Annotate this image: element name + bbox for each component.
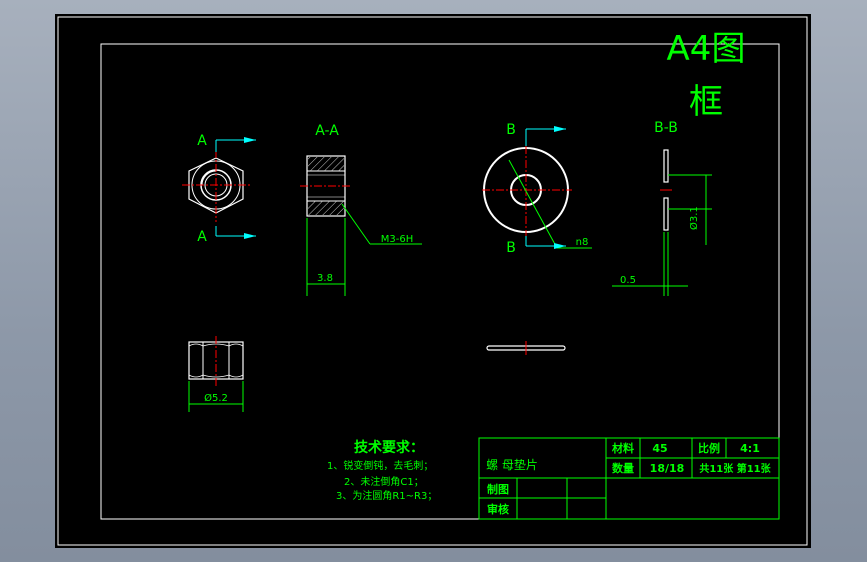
tech-requirement-3: 3、为注圆角R1~R3； bbox=[336, 489, 437, 502]
section-mark-b-bottom: B bbox=[506, 240, 516, 256]
section-mark-a-top: A bbox=[197, 133, 207, 149]
part-name: 螺 母垫片 bbox=[486, 457, 538, 472]
quantity-value: 18/18 bbox=[650, 462, 685, 475]
tech-requirement-1: 1、锐变倒钝，去毛刺； bbox=[327, 459, 433, 472]
material-label: 材料 bbox=[612, 441, 634, 455]
thread-callout: M3-6H bbox=[381, 234, 413, 245]
sheet-count: 共11张 第11张 bbox=[699, 462, 771, 475]
checked-by-label: 审核 bbox=[487, 502, 509, 516]
frame-title-line1: A4图 bbox=[667, 29, 746, 69]
material-value: 45 bbox=[652, 442, 667, 455]
quantity-label: 数量 bbox=[612, 461, 634, 475]
section-view-label-b: B-B bbox=[654, 120, 678, 136]
cad-drawing-canvas[interactable]: A4图 框 A A A-A M3-6H 3.8 B B n8 B-B Ø3.1 … bbox=[0, 0, 867, 562]
drawn-by-label: 制图 bbox=[487, 482, 509, 496]
nut-height-dim: 3.8 bbox=[317, 273, 333, 284]
tech-requirements-heading: 技术要求： bbox=[354, 439, 424, 456]
washer-id-dim: Ø3.1 bbox=[688, 206, 700, 230]
section-mark-b-top: B bbox=[506, 122, 516, 138]
section-view-label-a: A-A bbox=[315, 123, 339, 139]
tech-requirement-2: 2、未注倒角C1； bbox=[344, 475, 424, 488]
scale-label: 比例 bbox=[698, 441, 720, 455]
scale-value: 4:1 bbox=[740, 442, 760, 455]
hex-width-dim: Ø5.2 bbox=[204, 392, 228, 404]
washer-od-dim: n8 bbox=[576, 237, 589, 248]
washer-thickness-dim: 0.5 bbox=[620, 275, 636, 286]
section-mark-a-bottom: A bbox=[197, 229, 207, 245]
frame-title-line2: 框 bbox=[689, 82, 723, 122]
